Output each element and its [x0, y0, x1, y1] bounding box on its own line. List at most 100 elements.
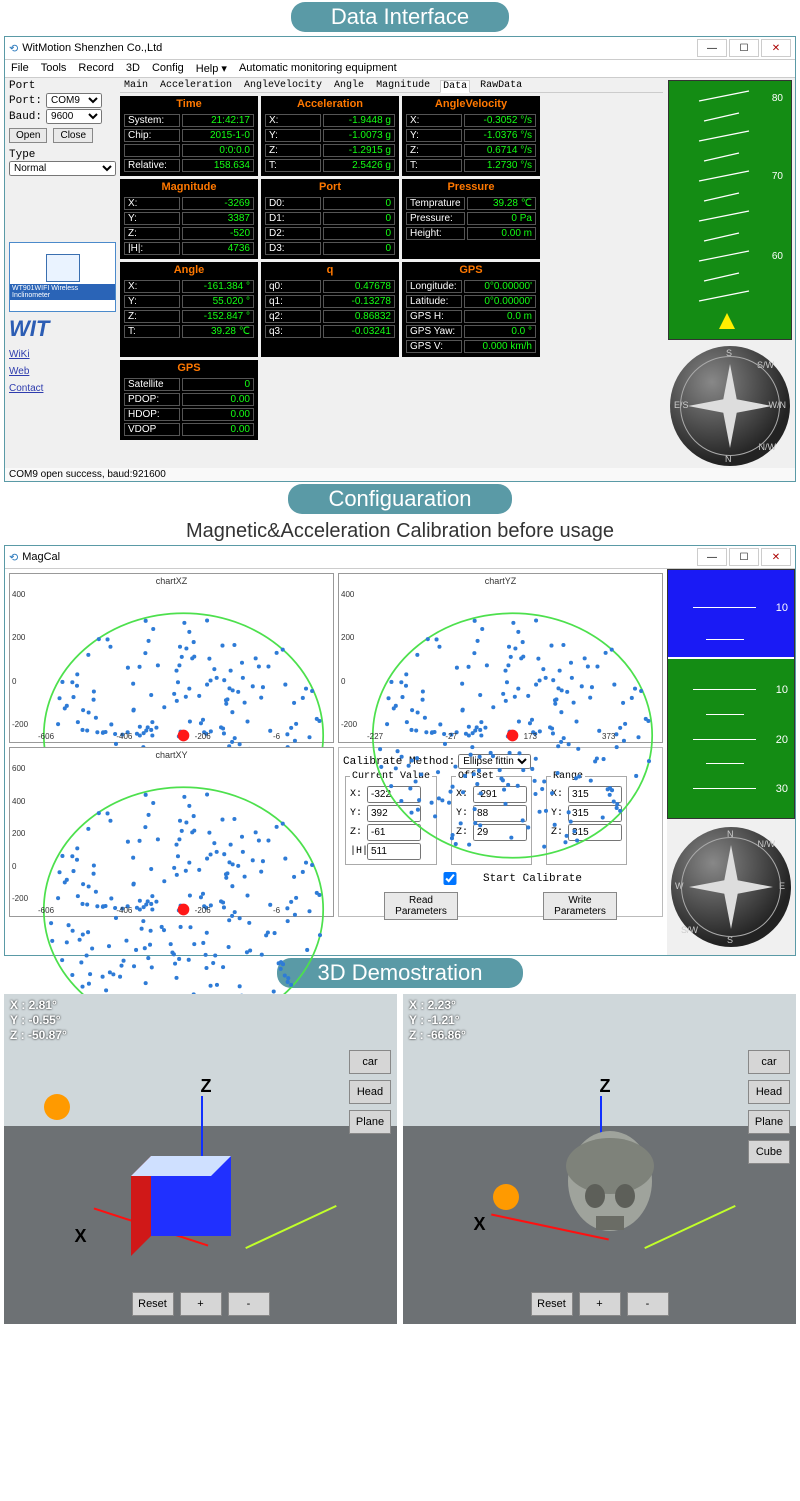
cube-head-button[interactable]: Head — [349, 1080, 391, 1104]
field-value: 0 — [323, 242, 395, 255]
field-value: 39.28 ℃ — [182, 325, 254, 338]
baud-label: Baud: — [9, 111, 42, 123]
link-wiki[interactable]: WiKi — [9, 346, 116, 363]
maximize-button[interactable]: ☐ — [729, 39, 759, 57]
head-cube-button[interactable]: Cube — [748, 1140, 790, 1164]
tab-anglev[interactable]: AngleVelocity — [242, 80, 324, 92]
field-value: 0 — [323, 227, 395, 240]
field-label: T: — [265, 159, 321, 172]
cube-reset-button[interactable]: Reset — [132, 1292, 174, 1316]
baud-select[interactable]: 9600 — [46, 109, 102, 124]
app-title: WitMotion Shenzhen Co.,Ltd — [22, 42, 162, 54]
field-label: D0: — [265, 197, 321, 210]
minimize-button[interactable]: — — [697, 39, 727, 57]
sun-icon — [44, 1094, 70, 1120]
field-label: Pressure: — [406, 212, 465, 225]
field-label: D1: — [265, 212, 321, 225]
menubar: File Tools Record 3D Config Help ▾ Autom… — [5, 60, 795, 78]
field-value: -0.03241 — [323, 325, 395, 338]
write-parameters-button[interactable]: Write Parameters — [543, 892, 617, 920]
head-reset-button[interactable]: Reset — [531, 1292, 573, 1316]
field-value: 21:42:17 — [182, 114, 254, 127]
left-sidebar: Port Port: COM9 Baud: 9600 Open Close Ty… — [5, 78, 120, 468]
field-value: 0.86832 — [323, 310, 395, 323]
cube-plane-button[interactable]: Plane — [349, 1110, 391, 1134]
field-value: 4736 — [182, 242, 254, 255]
menu-help[interactable]: Help ▾ — [196, 62, 227, 75]
tab-data[interactable]: Data — [440, 80, 470, 93]
field-value: 158.634 — [182, 159, 254, 172]
chart-chartXY: chartXY6004002000-200-606-406-206-6 — [9, 747, 334, 917]
field-label: Y: — [406, 129, 462, 142]
link-contact[interactable]: Contact — [9, 380, 116, 397]
menu-config[interactable]: Config — [152, 62, 184, 75]
cube-car-button[interactable]: car — [349, 1050, 391, 1074]
mag-min-button[interactable]: — — [697, 548, 727, 566]
port-label: Port: — [9, 95, 42, 107]
wit-logo: WIT — [9, 316, 116, 342]
app-icon: ⟲ — [9, 42, 18, 55]
panel-q: qq0:0.47678q1:-0.13278q2:0.86832q3:-0.03… — [261, 262, 399, 357]
menu-automon[interactable]: Automatic monitoring equipment — [239, 62, 397, 75]
head-plane-button[interactable]: Plane — [748, 1110, 790, 1134]
field-label: Z: — [406, 144, 462, 157]
menu-file[interactable]: File — [11, 62, 29, 75]
close-button[interactable]: ✕ — [761, 39, 791, 57]
field-value: -0.13278 — [323, 295, 395, 308]
titlebar: ⟲ WitMotion Shenzhen Co.,Ltd — ☐ ✕ — [5, 37, 795, 60]
right-instruments: 80 70 60 — [665, 78, 795, 468]
head-minus-button[interactable]: - — [627, 1292, 669, 1316]
tab-main[interactable]: Main — [122, 80, 150, 92]
3d-view-head: X : 2.23°Y : -1.21°Z : -66.86° Z X car H… — [403, 994, 796, 1324]
field-value: 0.47678 — [323, 280, 395, 293]
cube-overlay: X : 2.81°Y : -0.55°Z : -50.87° — [10, 998, 67, 1043]
menu-tools[interactable]: Tools — [41, 62, 67, 75]
mag-close-button[interactable]: ✕ — [761, 548, 791, 566]
field-label: Latitude: — [406, 295, 462, 308]
tab-angle[interactable]: Angle — [332, 80, 366, 92]
banner-config: Configuaration — [0, 484, 800, 514]
compass: S N E/S W/N S/W N/W — [670, 346, 790, 466]
type-select[interactable]: Normal — [9, 161, 116, 176]
field-value: 0.00 — [182, 423, 254, 436]
tab-raw[interactable]: RawData — [478, 80, 524, 92]
field-value: 0.00 — [182, 393, 254, 406]
panel-title: Port — [263, 181, 397, 195]
field-value: -1.9448 g — [323, 114, 395, 127]
menu-record[interactable]: Record — [78, 62, 113, 75]
field-value: 0.6714 °/s — [464, 144, 536, 157]
field-value: 0.00 — [182, 408, 254, 421]
read-parameters-button[interactable]: Read Parameters — [384, 892, 458, 920]
panel-title: Angle — [122, 264, 256, 278]
head-plus-button[interactable]: + — [579, 1292, 621, 1316]
field-value: 0°0.00000' — [464, 280, 536, 293]
field-label: X: — [265, 114, 321, 127]
tab-mag[interactable]: Magnitude — [374, 80, 432, 92]
menu-3d[interactable]: 3D — [126, 62, 140, 75]
field-label: X: — [124, 197, 180, 210]
compass-2: N S W E N/W S/W — [671, 827, 791, 947]
panel-angle: AngleX:-161.384 °Y:55.020 °Z:-152.847 °T… — [120, 262, 258, 357]
field-label: q1: — [265, 295, 321, 308]
field-label: Y: — [124, 295, 180, 308]
field-label: GPS V: — [406, 340, 462, 353]
head-car-button[interactable]: car — [748, 1050, 790, 1074]
panel-title: GPS — [404, 264, 538, 278]
field-label: Y: — [265, 129, 321, 142]
calibration-subtitle: Magnetic&Acceleration Calibration before… — [0, 520, 800, 543]
link-web[interactable]: Web — [9, 363, 116, 380]
cube-minus-button[interactable]: - — [228, 1292, 270, 1316]
mag-max-button[interactable]: ☐ — [729, 548, 759, 566]
panel-title: q — [263, 264, 397, 278]
cube-plus-button[interactable]: + — [180, 1292, 222, 1316]
field-label: Height: — [406, 227, 465, 240]
field-value: -1.0073 g — [323, 129, 395, 142]
port-select[interactable]: COM9 — [46, 93, 102, 108]
panel-mag: MagnitudeX:-3269Y:3387Z:-520|H|:4736 — [120, 179, 258, 259]
field-label: T: — [406, 159, 462, 172]
chart-chartYZ: chartYZ4002000-200-227-27173373 — [338, 573, 663, 743]
head-head-button[interactable]: Head — [748, 1080, 790, 1104]
tab-accel[interactable]: Acceleration — [158, 80, 234, 92]
open-button[interactable]: Open — [9, 128, 47, 143]
close-button2[interactable]: Close — [53, 128, 93, 143]
